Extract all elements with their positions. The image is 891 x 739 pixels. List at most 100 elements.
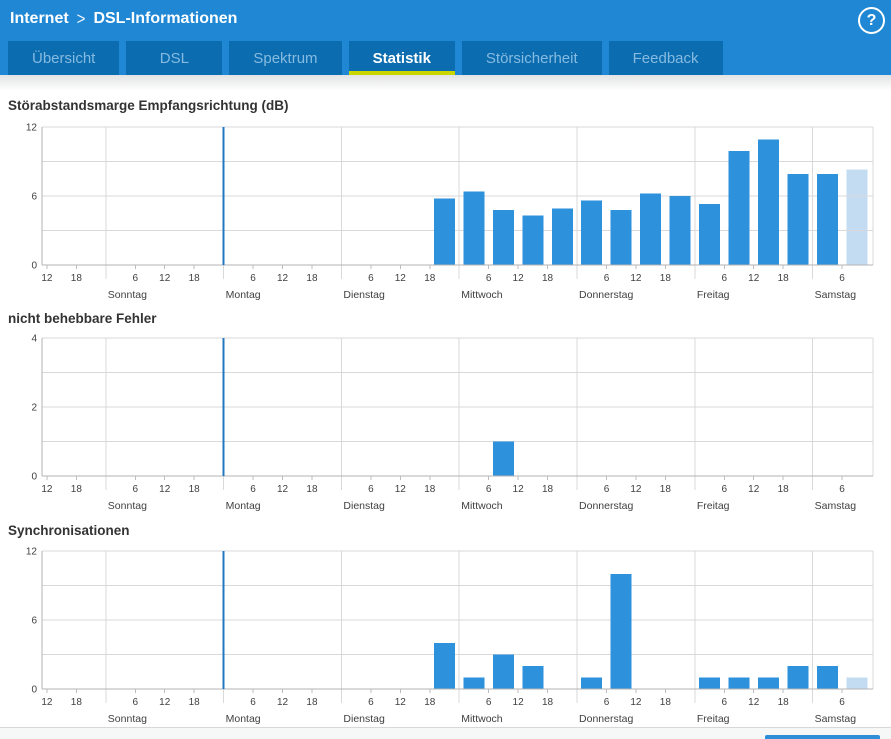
- svg-text:18: 18: [660, 697, 672, 708]
- svg-text:6: 6: [604, 697, 610, 708]
- svg-text:12: 12: [41, 484, 53, 495]
- svg-text:18: 18: [660, 484, 672, 495]
- page-footer: [0, 727, 891, 739]
- svg-text:6: 6: [132, 697, 138, 708]
- svg-text:12: 12: [277, 273, 289, 284]
- svg-text:12: 12: [513, 273, 525, 284]
- svg-text:6: 6: [31, 192, 37, 203]
- svg-text:6: 6: [368, 273, 374, 284]
- svg-text:Samstag: Samstag: [815, 289, 857, 301]
- svg-text:12: 12: [395, 273, 407, 284]
- svg-text:6: 6: [604, 273, 610, 284]
- content-area: Störabstandsmarge Empfangsrichtung (dB) …: [0, 75, 891, 727]
- synchronizations-chart: 0 6 12 12 18 6 12 18 6 12 18 6 12 18 6 12 18 6 12 18 6 12 18 6 S…: [26, 547, 874, 725]
- svg-text:Donnerstag: Donnerstag: [579, 713, 633, 725]
- svg-text:4: 4: [31, 334, 37, 345]
- chart-section-snr-margin: Störabstandsmarge Empfangsrichtung (dB) …: [0, 98, 891, 303]
- chart-title-uncorrectable-errors: nicht behebbare Fehler: [8, 311, 157, 326]
- svg-text:6: 6: [721, 484, 727, 495]
- svg-text:18: 18: [71, 484, 83, 495]
- svg-text:Sonntag: Sonntag: [108, 713, 147, 725]
- svg-text:18: 18: [778, 484, 790, 495]
- page-title: DSL-Informationen: [93, 10, 238, 27]
- svg-text:18: 18: [306, 484, 318, 495]
- tab-statistik[interactable]: Statistik: [348, 41, 456, 75]
- tab-bar: Übersicht DSL Spektrum Statistik Störsic…: [0, 38, 891, 75]
- svg-text:6: 6: [368, 697, 374, 708]
- svg-text:12: 12: [159, 484, 171, 495]
- tab-spektrum[interactable]: Spektrum: [229, 41, 342, 75]
- svg-text:6: 6: [250, 273, 256, 284]
- svg-text:12: 12: [748, 697, 760, 708]
- svg-text:12: 12: [630, 273, 642, 284]
- svg-text:12: 12: [395, 697, 407, 708]
- tab-dsl[interactable]: DSL: [126, 41, 223, 75]
- svg-text:18: 18: [306, 697, 318, 708]
- svg-text:12: 12: [630, 697, 642, 708]
- svg-text:Freitag: Freitag: [697, 500, 730, 512]
- chart-title-synchronizations: Synchronisationen: [8, 523, 130, 538]
- tab-stoersicherheit[interactable]: Störsicherheit: [461, 41, 602, 75]
- dsl-informationen-page: Internet > DSL-Informationen ? Übersicht…: [0, 0, 891, 739]
- svg-text:18: 18: [189, 484, 201, 495]
- content-top-shadow: [0, 75, 891, 90]
- svg-text:18: 18: [71, 273, 83, 284]
- svg-text:2: 2: [31, 403, 37, 414]
- svg-text:12: 12: [26, 123, 38, 134]
- svg-text:12: 12: [513, 697, 525, 708]
- page-header: Internet > DSL-Informationen ?: [0, 0, 891, 38]
- svg-text:18: 18: [660, 273, 672, 284]
- svg-text:Montag: Montag: [226, 713, 261, 725]
- svg-text:6: 6: [721, 273, 727, 284]
- svg-text:6: 6: [132, 484, 138, 495]
- svg-text:6: 6: [839, 273, 845, 284]
- svg-text:Sonntag: Sonntag: [108, 289, 147, 301]
- svg-text:Samstag: Samstag: [815, 713, 857, 725]
- svg-text:Dienstag: Dienstag: [343, 500, 385, 512]
- svg-text:6: 6: [486, 697, 492, 708]
- chart-section-uncorrectable-errors: nicht behebbare Fehler 0 2 4 12 18 6 12 18 6 12 18…: [0, 311, 891, 514]
- svg-text:Freitag: Freitag: [697, 289, 730, 301]
- svg-text:0: 0: [31, 685, 37, 696]
- help-button[interactable]: ?: [858, 7, 885, 34]
- svg-text:18: 18: [306, 273, 318, 284]
- svg-text:6: 6: [132, 273, 138, 284]
- svg-text:12: 12: [395, 484, 407, 495]
- tab-feedback[interactable]: Feedback: [608, 41, 723, 75]
- svg-text:Montag: Montag: [226, 500, 261, 512]
- breadcrumb: Internet > DSL-Informationen: [10, 9, 238, 29]
- svg-text:18: 18: [189, 697, 201, 708]
- svg-text:Montag: Montag: [226, 289, 261, 301]
- chart-section-synchronizations: Synchronisationen 0 6 12 12 18 6 12 18 6 12 18 6 12 1…: [0, 523, 891, 727]
- svg-text:12: 12: [513, 484, 525, 495]
- svg-text:6: 6: [721, 697, 727, 708]
- svg-text:6: 6: [604, 484, 610, 495]
- svg-text:12: 12: [630, 484, 642, 495]
- svg-text:18: 18: [542, 484, 554, 495]
- svg-text:Donnerstag: Donnerstag: [579, 500, 633, 512]
- svg-text:Dienstag: Dienstag: [343, 713, 385, 725]
- svg-text:Mittwoch: Mittwoch: [461, 713, 503, 725]
- svg-text:12: 12: [277, 697, 289, 708]
- svg-text:Sonntag: Sonntag: [108, 500, 147, 512]
- breadcrumb-section-internet[interactable]: Internet: [10, 10, 69, 28]
- svg-text:Dienstag: Dienstag: [343, 289, 385, 301]
- svg-text:18: 18: [189, 273, 201, 284]
- svg-text:12: 12: [277, 484, 289, 495]
- svg-text:18: 18: [542, 273, 554, 284]
- svg-text:18: 18: [424, 273, 436, 284]
- svg-text:0: 0: [31, 472, 37, 483]
- chart-title-snr-margin: Störabstandsmarge Empfangsrichtung (dB): [8, 98, 289, 113]
- svg-text:6: 6: [250, 484, 256, 495]
- svg-text:18: 18: [542, 697, 554, 708]
- tab-uebersicht[interactable]: Übersicht: [8, 41, 120, 75]
- uncorrectable-errors-chart: 0 2 4 12 18 6 12 18 6 12 18 6 12 18 6 12 18 6 12 18 6 12 18 6 So…: [31, 334, 874, 512]
- svg-text:18: 18: [424, 697, 436, 708]
- svg-text:12: 12: [748, 273, 760, 284]
- partially-visible-button[interactable]: [765, 735, 880, 739]
- breadcrumb-chevron-icon: >: [76, 9, 86, 29]
- svg-text:Mittwoch: Mittwoch: [461, 500, 503, 512]
- svg-text:18: 18: [71, 697, 83, 708]
- svg-text:6: 6: [486, 484, 492, 495]
- svg-text:12: 12: [748, 484, 760, 495]
